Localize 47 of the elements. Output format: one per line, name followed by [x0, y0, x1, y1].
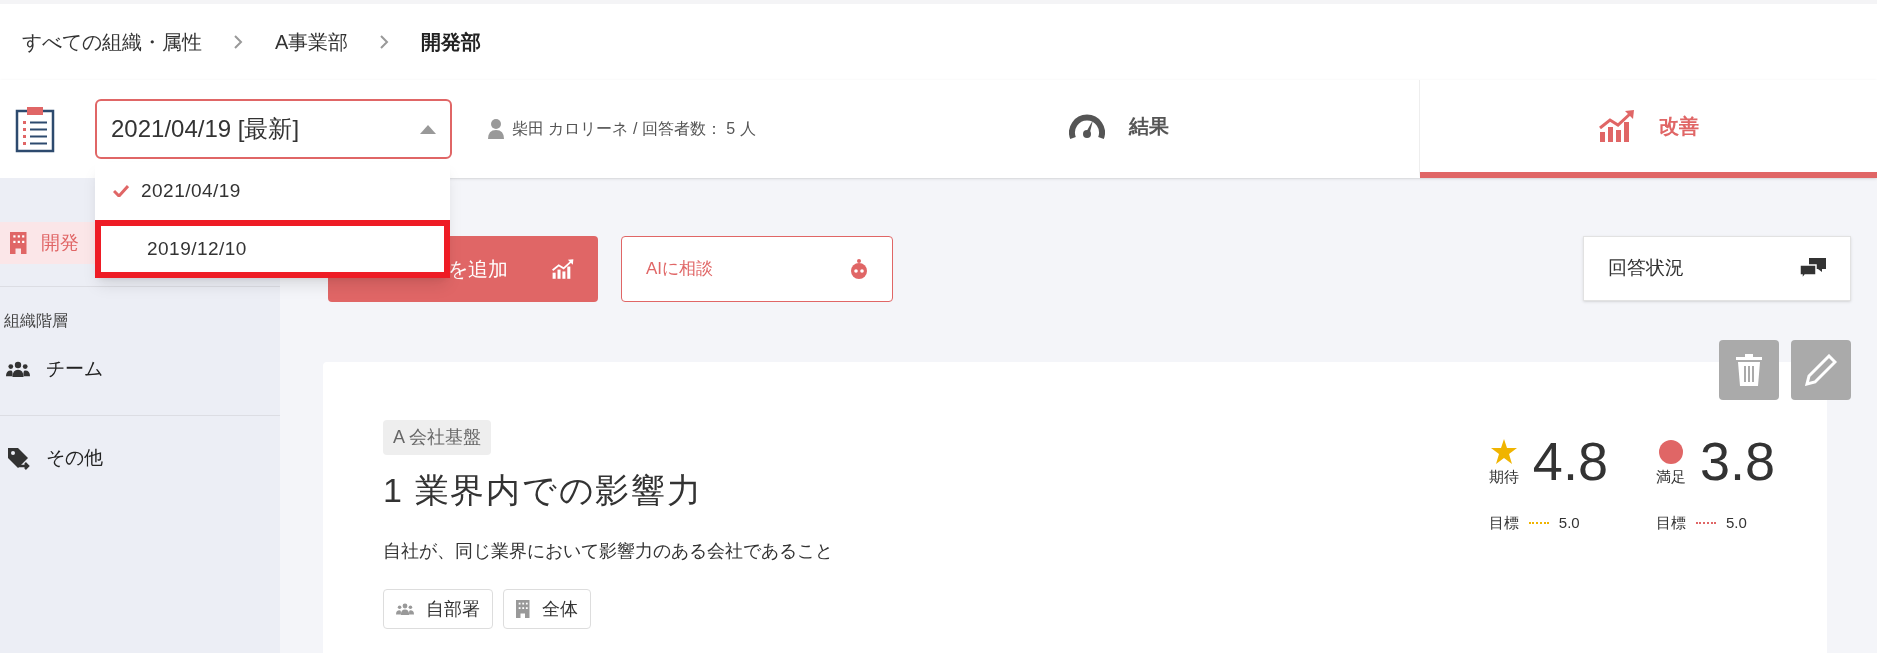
dropdown-option[interactable]: 2019/12/10 [95, 220, 450, 278]
chart-up-icon [1598, 110, 1635, 142]
dropdown-option[interactable]: 2021/04/19 [95, 162, 450, 220]
category-tag: A 会社基盤 [383, 420, 491, 455]
item-title: 1 業界内での影響力 [383, 470, 704, 511]
chat-icon [1800, 257, 1826, 280]
delete-button[interactable] [1719, 340, 1779, 400]
chevron-icon [234, 35, 243, 49]
tag-icon [6, 446, 30, 470]
target-value: 5.0 [1558, 513, 1580, 533]
item-description: 自社が、同じ業界において影響力のある会社であること [383, 540, 834, 563]
chevron-icon [380, 35, 390, 49]
score-value: 4.8 [1532, 434, 1608, 488]
person-icon [488, 119, 504, 139]
score-label: 期待 [1488, 466, 1519, 487]
target-line [1695, 522, 1716, 525]
respondent-info: 柴田 カロリーネ / 回答者数： 5 人 [512, 119, 756, 139]
target-label: 目標 [1655, 513, 1686, 533]
caret-icon [420, 124, 436, 134]
edit-button[interactable] [1791, 340, 1851, 400]
score-label: 満足 [1655, 466, 1686, 487]
people-icon [396, 602, 414, 616]
scope-chip: 全体 [503, 589, 591, 629]
pencil-icon [1805, 354, 1837, 386]
survey-select[interactable]: 2021/04/19 [最新] [95, 99, 452, 159]
response-status-button[interactable]: 回答状況 [1583, 236, 1851, 301]
tab[interactable]: 結果 [818, 80, 1420, 178]
check-icon [113, 185, 129, 197]
target-value: 5.0 [1725, 513, 1747, 533]
breadcrumb-link[interactable]: すべての組織・属性 [22, 27, 202, 57]
scope-chip: 自部署 [383, 589, 493, 629]
score-value: 3.8 [1699, 434, 1775, 488]
gauge-icon [1068, 112, 1105, 140]
chart-up-icon [552, 259, 574, 279]
robot-icon [850, 259, 868, 279]
sidebar-item[interactable]: チーム [0, 349, 280, 389]
people-icon [6, 360, 30, 378]
target-label: 目標 [1488, 513, 1519, 533]
target-line [1528, 522, 1549, 525]
clipboard-icon [15, 105, 55, 153]
building-icon [10, 232, 27, 254]
building-icon [516, 600, 530, 618]
trash-icon [1736, 354, 1762, 386]
section-heading: 組織階層 [3, 311, 69, 331]
breadcrumb-link[interactable]: A事業部 [275, 27, 349, 57]
ai-consult-button[interactable]: AIに相談 [621, 236, 893, 302]
sidebar-item[interactable]: その他 [0, 438, 280, 478]
